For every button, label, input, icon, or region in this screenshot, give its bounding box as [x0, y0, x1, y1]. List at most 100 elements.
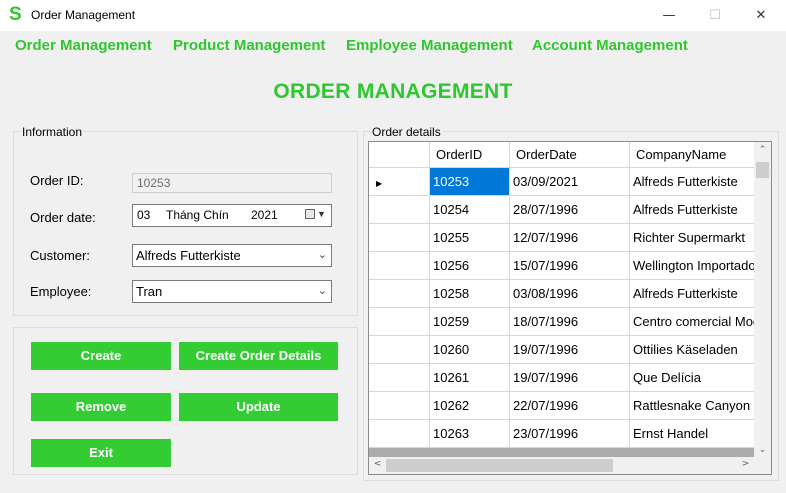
table-row[interactable]: 10260 19/07/1996 Ottilies Käseladen [369, 336, 760, 364]
table-cell[interactable]: 10261 [430, 364, 510, 392]
horizontal-scrollbar[interactable]: < > [369, 457, 754, 474]
table-row[interactable]: 10263 23/07/1996 Ernst Handel [369, 420, 760, 448]
table-row[interactable]: 10261 19/07/1996 Que Delícia [369, 364, 760, 392]
remove-button[interactable]: Remove [31, 393, 171, 421]
scroll-up-icon[interactable]: ⌃ [754, 145, 771, 155]
vertical-scrollbar[interactable]: ⌃ ⌄ [754, 142, 771, 457]
chevron-down-icon[interactable]: ▼ [317, 204, 326, 225]
page-title: ORDER MANAGEMENT [273, 80, 513, 103]
table-cell[interactable]: 23/07/1996 [510, 420, 630, 448]
table-cell[interactable]: Alfreds Futterkiste [630, 168, 760, 196]
table-row[interactable]: 10254 28/07/1996 Alfreds Futterkiste [369, 196, 760, 224]
order-date-label: Order date: [30, 210, 96, 225]
table-cell[interactable]: 10254 [430, 196, 510, 224]
table-cell[interactable]: 19/07/1996 [510, 336, 630, 364]
row-header[interactable] [369, 336, 430, 364]
window-title: Order Management [31, 8, 136, 22]
scroll-right-icon[interactable]: > [737, 459, 754, 469]
table-cell[interactable]: 10253 [430, 168, 510, 196]
table-cell[interactable]: Wellington Importadora [630, 252, 760, 280]
menu-bar: Order Management Product Management Empl… [0, 31, 786, 59]
scrollbar-corner [754, 457, 771, 474]
order-details-grid[interactable]: OrderID OrderDate CompanyName ▶ 10253 03/0… [368, 141, 772, 475]
create-button[interactable]: Create [31, 342, 171, 370]
employee-value: Tran [136, 284, 163, 299]
menu-product-management[interactable]: Product Management [173, 37, 326, 54]
row-header[interactable] [369, 420, 430, 448]
row-header-corner [369, 142, 430, 168]
table-cell[interactable]: 03/08/1996 [510, 280, 630, 308]
exit-button[interactable]: Exit [31, 439, 171, 467]
table-cell[interactable]: Centro comercial Moctezuma [630, 308, 760, 336]
current-row-indicator-icon: ▶ [376, 179, 383, 188]
app-icon: S [9, 4, 22, 25]
horizontal-scroll-thumb[interactable] [386, 459, 613, 472]
title-bar: S Order Management — ☐ ✕ [0, 0, 786, 31]
table-cell[interactable]: 10259 [430, 308, 510, 336]
table-row[interactable]: 1026222/07/1996Rattlesnake Canyon Grocer… [369, 392, 760, 420]
table-cell[interactable]: Alfreds Futterkiste [630, 196, 760, 224]
table-row[interactable]: 10255 12/07/1996 Richter Supermarkt [369, 224, 760, 252]
order-date-picker[interactable]: 03 Tháng Chín 2021 ▼ [132, 204, 332, 227]
table-cell[interactable]: 10255 [430, 224, 510, 252]
table-cell[interactable]: 22/07/1996 [510, 392, 630, 420]
table-cell[interactable]: Alfreds Futterkiste [630, 280, 760, 308]
table-cell[interactable]: Que Delícia [630, 364, 760, 392]
column-header-companyname[interactable]: CompanyName [630, 142, 760, 168]
order-date-day[interactable]: 03 [137, 205, 150, 226]
scroll-left-icon[interactable]: < [369, 459, 386, 469]
row-header[interactable] [369, 196, 430, 224]
table-cell[interactable]: 12/07/1996 [510, 224, 630, 252]
customer-label: Customer: [30, 248, 90, 263]
row-header[interactable] [369, 364, 430, 392]
employee-label: Employee: [30, 284, 92, 299]
row-header[interactable] [369, 252, 430, 280]
table-cell[interactable]: 19/07/1996 [510, 364, 630, 392]
maximize-button: ☐ [709, 8, 721, 23]
minimize-button[interactable]: — [646, 0, 692, 31]
create-order-details-button[interactable]: Create Order Details [179, 342, 338, 370]
table-row[interactable]: 1025918/07/1996Centro comercial Moctezum… [369, 308, 760, 336]
table-row[interactable]: 10256 15/07/1996 Wellington Importadora [369, 252, 760, 280]
table-cell[interactable]: 28/07/1996 [510, 196, 630, 224]
update-button[interactable]: Update [179, 393, 338, 421]
row-header[interactable] [369, 224, 430, 252]
table-cell[interactable]: 15/07/1996 [510, 252, 630, 280]
table-row[interactable]: 10258 03/08/1996 Alfreds Futterkiste [369, 280, 760, 308]
table-cell[interactable]: 10256 [430, 252, 510, 280]
order-details-legend: Order details [370, 125, 443, 139]
table-cell[interactable]: 10262 [430, 392, 510, 420]
row-header[interactable] [369, 308, 430, 336]
table-cell[interactable]: Ernst Handel [630, 420, 760, 448]
row-header[interactable]: ▶ [369, 168, 430, 196]
order-id-label: Order ID: [30, 173, 84, 188]
scroll-down-icon[interactable]: ⌄ [754, 445, 771, 455]
menu-account-management[interactable]: Account Management [532, 37, 688, 54]
chevron-down-icon[interactable]: ⌄ [318, 281, 327, 302]
menu-order-management[interactable]: Order Management [15, 37, 152, 54]
column-header-orderdate[interactable]: OrderDate [510, 142, 630, 168]
employee-select[interactable]: Tran ⌄ [132, 280, 332, 303]
table-cell[interactable]: Rattlesnake Canyon Grocery [630, 392, 760, 420]
table-row[interactable]: ▶ 10253 03/09/2021 Alfreds Futterkiste [369, 168, 760, 196]
table-cell[interactable]: Richter Supermarkt [630, 224, 760, 252]
row-header[interactable] [369, 280, 430, 308]
menu-employee-management[interactable]: Employee Management [346, 37, 513, 54]
table-cell[interactable]: 18/07/1996 [510, 308, 630, 336]
vertical-scroll-thumb[interactable] [756, 162, 769, 178]
table-cell[interactable]: 10263 [430, 420, 510, 448]
row-header[interactable] [369, 392, 430, 420]
table-cell[interactable]: 10260 [430, 336, 510, 364]
table-cell[interactable]: 03/09/2021 [510, 168, 630, 196]
customer-select[interactable]: Alfreds Futterkiste ⌄ [132, 244, 332, 267]
order-date-year[interactable]: 2021 [251, 205, 278, 226]
order-id-field[interactable]: 10253 [132, 173, 332, 193]
close-button[interactable]: ✕ [738, 0, 784, 31]
column-header-orderid[interactable]: OrderID [430, 142, 510, 168]
order-date-month[interactable]: Tháng Chín [166, 205, 229, 226]
chevron-down-icon[interactable]: ⌄ [318, 245, 327, 266]
information-legend: Information [20, 125, 85, 139]
calendar-icon[interactable] [305, 209, 315, 219]
table-cell[interactable]: Ottilies Käseladen [630, 336, 760, 364]
table-cell[interactable]: 10258 [430, 280, 510, 308]
